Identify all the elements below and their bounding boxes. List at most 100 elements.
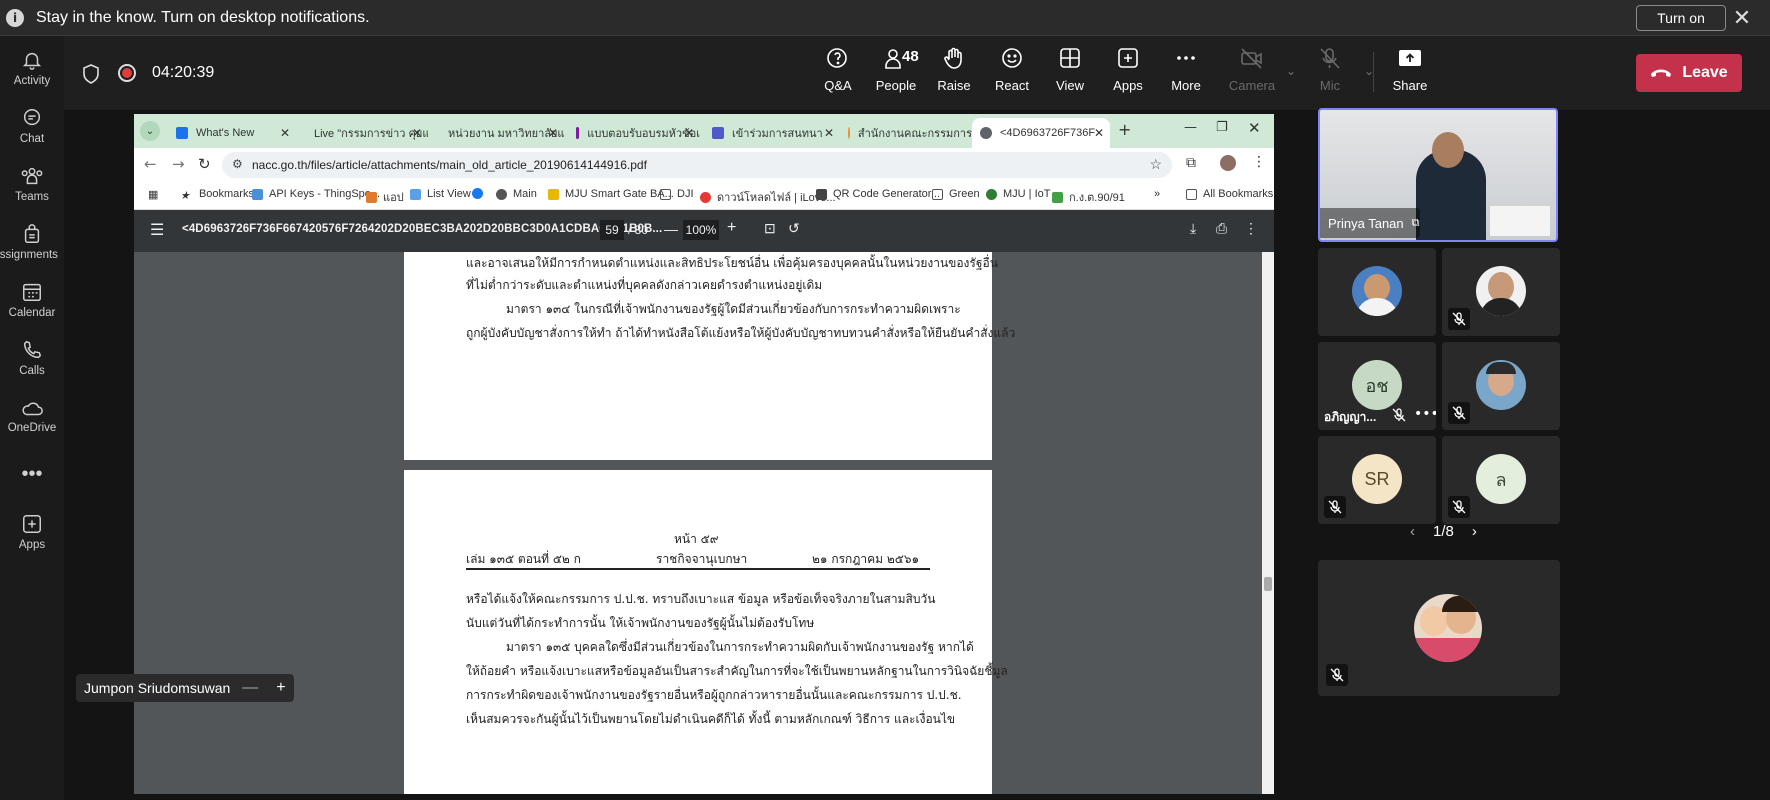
tab-close-icon[interactable]: ✕: [1094, 126, 1104, 140]
rail-apps[interactable]: Apps: [0, 502, 64, 562]
chevron-left-icon[interactable]: ‹: [1410, 523, 1415, 540]
zoom-level[interactable]: 100%: [683, 220, 719, 240]
video-tile[interactable]: SR: [1318, 436, 1436, 524]
tab-close-icon[interactable]: ✕: [412, 126, 422, 140]
rail-activity[interactable]: Activity: [0, 38, 64, 98]
zoom-out-icon[interactable]: —: [664, 221, 678, 237]
bookmark-item[interactable]: แอป: [366, 188, 404, 206]
more-button[interactable]: More: [1158, 46, 1214, 102]
text-line: หรือได้แจ้งให้คณะกรรมการ ป.ป.ช. ทราบถึงเ…: [466, 592, 936, 606]
download-icon[interactable]: ⤓: [1190, 220, 1196, 237]
bookmark-item[interactable]: MJU Smart Gate BA...: [548, 188, 674, 200]
leave-button[interactable]: Leave: [1636, 54, 1742, 92]
close-icon[interactable]: ✕: [1728, 4, 1756, 32]
back-icon[interactable]: ←: [144, 155, 157, 173]
avatar: [1476, 360, 1526, 410]
bookmark-folder[interactable]: All Bookmarks: [1186, 188, 1273, 200]
browser-tab-active[interactable]: <4D6963726F736F ✕: [972, 118, 1110, 148]
avatar: SR: [1352, 454, 1402, 504]
tab-close-icon[interactable]: ✕: [824, 126, 834, 140]
chevron-right-icon[interactable]: ›: [1472, 523, 1477, 540]
browser-tab[interactable]: What's New ✕: [168, 118, 296, 148]
forward-icon[interactable]: →: [172, 155, 185, 173]
minimize-icon[interactable]: —: [1184, 120, 1197, 135]
forms-icon: [576, 127, 580, 139]
fit-page-icon[interactable]: ⊡: [764, 220, 776, 237]
mic-options-chevron-icon[interactable]: ⌄: [1364, 64, 1374, 78]
apps-grid-icon[interactable]: ▦: [148, 188, 158, 201]
more-options-icon[interactable]: •••: [1414, 406, 1436, 422]
mic-button[interactable]: Mic: [1302, 46, 1358, 102]
bookmark-folder[interactable]: DJI: [660, 188, 694, 200]
site-info-icon[interactable]: ⚙: [232, 157, 243, 171]
text-line: และอาจเสนอให้มีการกำหนดตำแหน่งและสิทธิปร…: [466, 256, 998, 270]
gazette-volume: เล่ม ๑๓๕ ตอนที่ ๕๒ ก: [466, 552, 581, 566]
people-button[interactable]: 48 People: [868, 46, 924, 102]
window-close-icon[interactable]: ✕: [1248, 119, 1261, 137]
rail-assignments[interactable]: Assignments: [0, 212, 64, 272]
rail-more[interactable]: •••: [0, 444, 64, 504]
bookmark-item[interactable]: MJU | IoT: [986, 188, 1050, 200]
more-icon[interactable]: ⋮: [1244, 220, 1258, 237]
turn-on-button[interactable]: Turn on: [1636, 5, 1726, 31]
app-rail: Activity Chat Teams Assignments Calendar…: [0, 36, 64, 800]
bookmark-item[interactable]: API Keys - ThingSpe...: [252, 188, 380, 200]
browser-tab[interactable]: แบบตอบรับอบรมหัวข้อเ ✕: [568, 118, 700, 148]
grid-icon: [1060, 48, 1080, 68]
bookmark-item[interactable]: ★ Bookmarks: [180, 188, 254, 202]
qa-button[interactable]: Q&A: [810, 46, 866, 102]
camera-options-chevron-icon[interactable]: ⌄: [1286, 64, 1296, 78]
video-tile[interactable]: [1318, 248, 1436, 336]
address-bar[interactable]: ⚙ nacc.go.th/files/article/attachments/m…: [222, 152, 1172, 178]
tab-close-icon[interactable]: ✕: [684, 126, 694, 140]
print-icon[interactable]: ⎙: [1216, 220, 1227, 237]
avatar[interactable]: [1220, 155, 1236, 171]
reload-icon[interactable]: ↻: [198, 155, 211, 173]
raise-hand-button[interactable]: Raise: [926, 46, 982, 102]
rotate-icon[interactable]: ↺: [788, 220, 800, 237]
bookmark-item[interactable]: QR Code Generator...: [816, 188, 940, 200]
apps-button[interactable]: Apps: [1100, 46, 1156, 102]
new-tab-icon[interactable]: +: [1118, 120, 1131, 139]
video-tile[interactable]: ล: [1442, 436, 1560, 524]
pdf-viewer[interactable]: และอาจเสนอให้มีการกำหนดตำแหน่งและสิทธิปร…: [134, 252, 1274, 794]
view-button[interactable]: View: [1042, 46, 1098, 102]
zoom-in-icon[interactable]: +: [727, 219, 736, 237]
rail-teams[interactable]: Teams: [0, 154, 64, 214]
bookmark-item[interactable]: ก.ง.ต.90/91: [1052, 188, 1125, 206]
tab-search-chevron-icon[interactable]: ⌄: [140, 121, 160, 141]
browser-tab[interactable]: เข้าร่วมการสนทนา ✕: [704, 118, 840, 148]
rail-calls[interactable]: Calls: [0, 328, 64, 388]
browser-tab[interactable]: หน่วยงาน มหาวิทยาลัยแ ✕: [432, 118, 564, 148]
zoom-in-icon[interactable]: +: [276, 679, 285, 697]
bookmark-item[interactable]: Main: [496, 188, 537, 200]
react-button[interactable]: React: [984, 46, 1040, 102]
bookmark-item[interactable]: List View: [410, 188, 471, 200]
featured-video-tile[interactable]: Prinya Tanan ⧉: [1318, 108, 1558, 242]
rail-chat[interactable]: Chat: [0, 96, 64, 156]
browser-tab[interactable]: Live "กรรมการข่าว คุยแ ✕: [298, 118, 428, 148]
hamburger-icon[interactable]: ☰: [150, 220, 164, 240]
tab-close-icon[interactable]: ✕: [548, 126, 558, 140]
share-button[interactable]: Share: [1382, 46, 1438, 102]
rail-calendar[interactable]: Calendar: [0, 270, 64, 330]
browser-tab[interactable]: สำนักงานคณะกรรมการ: [840, 118, 972, 148]
avatar: [1476, 266, 1526, 316]
extensions-icon[interactable]: ⧉: [1186, 155, 1196, 171]
zoom-out-icon[interactable]: —: [242, 679, 258, 697]
tab-close-icon[interactable]: ✕: [280, 126, 290, 140]
video-tile[interactable]: อช อภิญญา... •••: [1318, 342, 1436, 430]
page-number-input[interactable]: 59: [600, 220, 624, 240]
pdf-scrollbar[interactable]: [1262, 252, 1274, 794]
self-video-tile[interactable]: [1318, 560, 1560, 696]
star-icon[interactable]: ☆: [1149, 156, 1162, 173]
bookmark-folder[interactable]: Green: [932, 188, 980, 200]
more-bookmarks-icon[interactable]: »: [1154, 188, 1160, 200]
video-tile[interactable]: [1442, 248, 1560, 336]
rail-onedrive[interactable]: OneDrive: [0, 386, 64, 446]
restore-icon[interactable]: ❐: [1216, 120, 1228, 135]
menu-icon[interactable]: ⋮: [1252, 154, 1266, 170]
camera-button[interactable]: Camera: [1224, 46, 1280, 102]
video-tile[interactable]: [1442, 342, 1560, 430]
bookmark-item[interactable]: [472, 188, 489, 199]
